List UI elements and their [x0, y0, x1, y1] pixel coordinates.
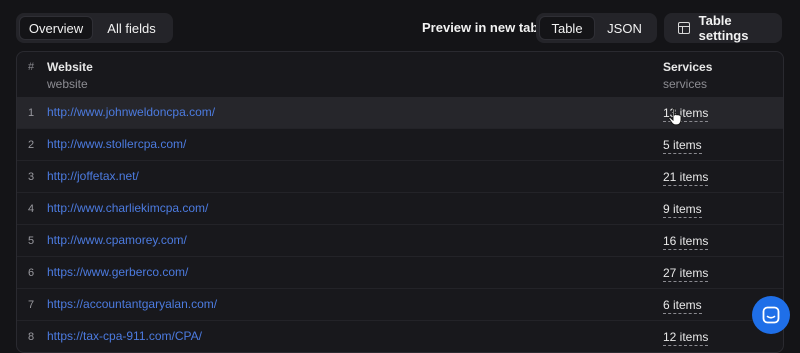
view-tabs: Overview All fields [16, 13, 173, 43]
column-header-services[interactable]: Services [663, 60, 712, 74]
format-tabs: Table JSON [536, 13, 657, 43]
row-number: 4 [28, 203, 35, 215]
table-row[interactable]: 2 http://www.stollercpa.com/ 5 items [17, 129, 783, 161]
table-row[interactable]: 8 https://tax-cpa-911.com/CPA/ 12 items [17, 321, 783, 352]
table-settings-icon [678, 22, 690, 34]
table-row[interactable]: 5 http://www.cpamorey.com/ 16 items [17, 225, 783, 257]
services-items-link[interactable]: 16 items [663, 234, 709, 250]
website-link[interactable]: https://tax-cpa-911.com/CPA/ [47, 329, 202, 343]
row-number: 5 [28, 235, 35, 247]
website-link[interactable]: https://www.gerberco.com/ [47, 265, 188, 279]
tab-json[interactable]: JSON [595, 16, 654, 40]
row-number: 1 [28, 107, 35, 119]
table-settings-button[interactable]: Table settings [664, 13, 782, 43]
chat-button[interactable] [752, 296, 790, 334]
website-link[interactable]: http://joffetax.net/ [47, 169, 139, 183]
table-row[interactable]: 7 https://accountantgaryalan.com/ 6 item… [17, 289, 783, 321]
tab-all-fields[interactable]: All fields [93, 16, 170, 40]
table-settings-label: Table settings [698, 13, 749, 43]
hand-pointer-icon [668, 108, 682, 126]
website-link[interactable]: http://www.johnweldoncpa.com/ [47, 105, 215, 119]
table-row[interactable]: 6 https://www.gerberco.com/ 27 items [17, 257, 783, 289]
row-number: 8 [28, 331, 35, 343]
column-field-website: website [47, 77, 88, 91]
row-number: 7 [28, 299, 35, 311]
services-items-link[interactable]: 21 items [663, 170, 709, 186]
table-header: # Website website Services services [17, 52, 783, 98]
services-items-link[interactable]: 12 items [663, 330, 709, 346]
table-row[interactable]: 3 http://joffetax.net/ 21 items [17, 161, 783, 193]
website-link[interactable]: https://accountantgaryalan.com/ [47, 297, 217, 311]
tab-table[interactable]: Table [539, 16, 595, 40]
website-link[interactable]: http://www.stollercpa.com/ [47, 137, 186, 151]
services-items-link[interactable]: 5 items [663, 138, 702, 154]
toolbar: Overview All fields Preview in new tab T… [0, 0, 800, 50]
services-items-link[interactable]: 6 items [663, 298, 702, 314]
website-link[interactable]: http://www.charliekimcpa.com/ [47, 201, 208, 215]
row-number: 6 [28, 267, 35, 279]
column-field-services: services [663, 77, 708, 91]
column-header-index: # [28, 61, 35, 73]
table-row[interactable]: 4 http://www.charliekimcpa.com/ 9 items [17, 193, 783, 225]
column-header-website[interactable]: Website [47, 60, 93, 74]
preview-in-new-tab-link[interactable]: Preview in new tab [422, 20, 538, 35]
services-items-link[interactable]: 27 items [663, 266, 709, 282]
chat-icon [762, 306, 780, 324]
website-link[interactable]: http://www.cpamorey.com/ [47, 233, 187, 247]
tab-overview[interactable]: Overview [19, 16, 93, 40]
row-number: 3 [28, 171, 35, 183]
results-table: # Website website Services services 1 ht… [16, 51, 784, 353]
services-items-link[interactable]: 9 items [663, 202, 702, 218]
row-number: 2 [28, 139, 35, 151]
